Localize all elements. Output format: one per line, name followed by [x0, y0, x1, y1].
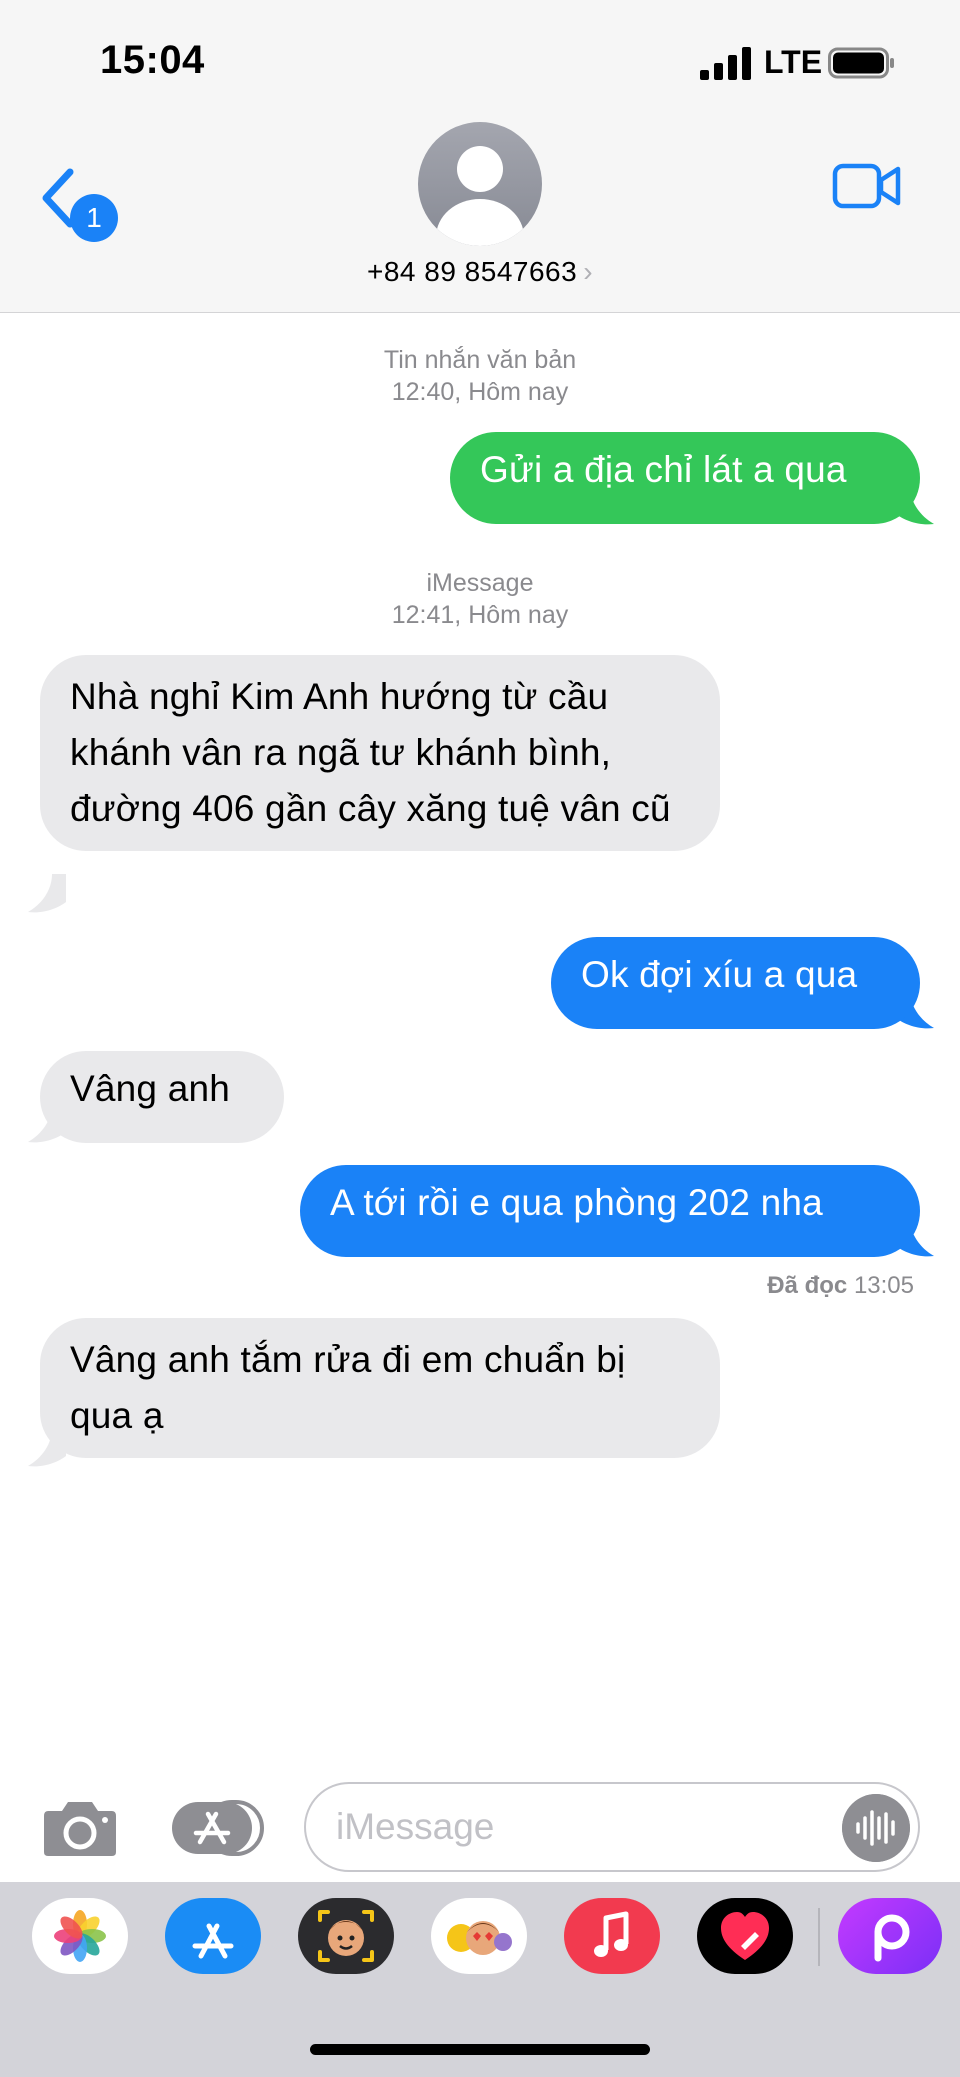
cellular-signal-icon	[700, 47, 751, 80]
battery-icon	[828, 47, 894, 79]
timestamp-label: 12:40, Hôm nay	[391, 378, 569, 406]
facetime-video-icon[interactable]	[832, 162, 902, 210]
bubble-tail	[28, 874, 66, 913]
compose-bar	[0, 1770, 960, 1880]
status-time: 15:04	[100, 38, 205, 82]
conversation-header: 1 +84 89 8547663 ›	[0, 120, 960, 313]
read-time: 13:05	[853, 1272, 914, 1299]
incoming-message-bubble[interactable]: Nhà nghỉ Kim Anh hướng từ cầu khánh vân …	[40, 655, 720, 851]
chevron-left-icon	[42, 168, 74, 228]
contact-phone-number[interactable]: +84 89 8547663 ›	[0, 256, 960, 288]
drawer-divider	[818, 1908, 820, 1966]
app-store-apps-icon[interactable]	[170, 1798, 264, 1858]
network-type: LTE	[764, 44, 823, 80]
audio-message-icon[interactable]	[842, 1794, 910, 1862]
read-receipt: Đã đọc 13:05	[767, 1272, 914, 1300]
photos-icon[interactable]	[32, 1898, 128, 1974]
timestamp-label: 12:41, Hôm nay	[391, 601, 569, 629]
read-status: Đã đọc	[767, 1272, 848, 1299]
memoji-icon[interactable]	[298, 1898, 394, 1974]
animoji-icon[interactable]	[431, 1898, 527, 1974]
contact-avatar[interactable]	[418, 122, 542, 246]
conversation-timestamp: Tin nhắn văn bản 12:40, Hôm nay	[0, 344, 960, 408]
camera-icon[interactable]	[42, 1798, 118, 1858]
outgoing-message-bubble[interactable]: Gửi a địa chỉ lát a qua	[450, 432, 920, 524]
service-label: Tin nhắn văn bản	[383, 346, 577, 374]
home-indicator[interactable]	[310, 2044, 650, 2055]
contact-phone-text: +84 89 8547663	[366, 256, 578, 287]
app-store-icon[interactable]	[165, 1898, 261, 1974]
unread-count-badge: 1	[70, 194, 118, 242]
incoming-message-bubble[interactable]: Vâng anh	[40, 1051, 284, 1143]
back-button[interactable]: 1	[36, 156, 132, 242]
service-label: iMessage	[426, 569, 534, 597]
incoming-message-bubble[interactable]: Vâng anh tắm rửa đi em chuẩn bị qua ạ	[40, 1318, 720, 1458]
outgoing-message-bubble[interactable]: Ok đợi xíu a qua	[551, 937, 920, 1029]
message-input[interactable]	[304, 1782, 920, 1872]
status-bar: 15:04 LTE	[0, 0, 960, 120]
music-icon[interactable]	[564, 1898, 660, 1974]
digital-touch-icon[interactable]	[697, 1898, 793, 1974]
conversation-timestamp: iMessage 12:41, Hôm nay	[0, 567, 960, 631]
chevron-right-icon: ›	[583, 256, 594, 287]
picsart-icon[interactable]	[838, 1898, 942, 1974]
outgoing-message-bubble[interactable]: A tới rồi e qua phòng 202 nha	[300, 1165, 920, 1257]
